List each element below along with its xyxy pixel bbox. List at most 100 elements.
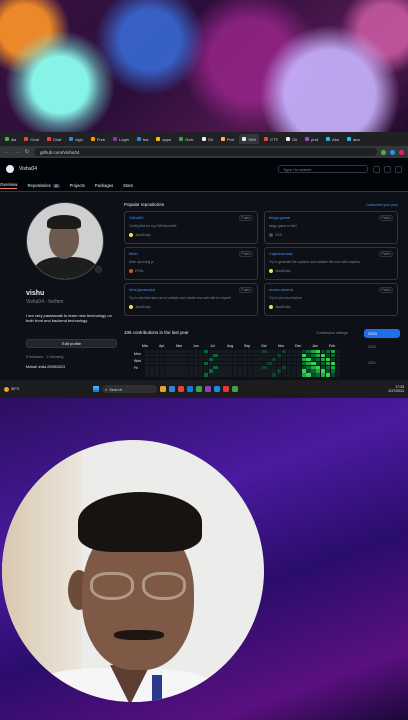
browser-tab[interactable]: tea — [134, 134, 152, 144]
contribution-cell[interactable] — [184, 365, 189, 369]
contribution-cell[interactable] — [154, 369, 160, 373]
contribution-cell[interactable] — [159, 357, 164, 362]
contribution-cell[interactable] — [316, 353, 321, 358]
contribution-cell[interactable] — [272, 350, 277, 354]
contribution-cell[interactable] — [228, 357, 233, 362]
contribution-cell[interactable] — [228, 353, 233, 358]
contribution-cell[interactable] — [169, 365, 174, 369]
contribution-cell[interactable] — [228, 373, 233, 377]
contribution-cell[interactable] — [267, 365, 272, 369]
contribution-cell[interactable] — [321, 365, 326, 369]
store-icon[interactable] — [187, 386, 193, 392]
contribution-cell[interactable] — [272, 369, 277, 373]
repo-name[interactable]: bingo-game — [269, 215, 393, 220]
contribution-cell[interactable] — [208, 365, 213, 369]
browser-tab[interactable]: dia — [2, 134, 19, 144]
inbox-icon[interactable] — [395, 165, 402, 173]
contribution-cell[interactable] — [189, 350, 194, 354]
contribution-cell[interactable] — [257, 357, 262, 362]
contribution-cell[interactable] — [174, 353, 179, 358]
customize-pins-link[interactable]: Customize your pins — [366, 203, 398, 207]
contribution-cell[interactable] — [203, 365, 208, 369]
contribution-cell[interactable] — [252, 353, 257, 358]
contribution-cell[interactable] — [164, 373, 169, 377]
contribution-cell[interactable] — [296, 353, 301, 358]
contribution-cell[interactable] — [316, 350, 321, 354]
contribution-cell[interactable] — [208, 350, 213, 354]
contribution-cell[interactable] — [296, 373, 301, 377]
repo-name[interactable]: Vishu04 — [129, 215, 253, 220]
contribution-cell[interactable] — [228, 369, 233, 373]
app-icon[interactable] — [205, 386, 211, 392]
contribution-cell[interactable] — [154, 373, 160, 377]
contribution-cell[interactable] — [306, 350, 311, 354]
contribution-cell[interactable] — [198, 350, 204, 354]
contribution-cell[interactable] — [306, 361, 311, 365]
contribution-cell[interactable] — [262, 365, 267, 369]
contribution-cell[interactable] — [237, 369, 243, 373]
contribution-cell[interactable] — [281, 357, 287, 362]
contribution-cell[interactable] — [306, 373, 311, 377]
contribution-cell[interactable] — [311, 357, 316, 362]
contribution-cell[interactable] — [267, 350, 272, 354]
contribution-cell[interactable] — [203, 373, 208, 377]
tab-repositories[interactable]: Repositories 10 — [27, 183, 60, 188]
contribution-cell[interactable] — [189, 365, 194, 369]
contribution-cell[interactable] — [272, 357, 277, 362]
contribution-cell[interactable] — [159, 365, 164, 369]
contribution-cell[interactable] — [233, 350, 238, 354]
contribution-cell[interactable] — [301, 353, 306, 358]
contribution-cell[interactable] — [301, 357, 306, 362]
contribution-cell[interactable] — [193, 365, 199, 369]
contribution-cell[interactable] — [252, 369, 257, 373]
contribution-cell[interactable] — [311, 353, 316, 358]
contribution-cell[interactable] — [306, 365, 311, 369]
contribution-cell[interactable] — [203, 369, 208, 373]
contribution-cell[interactable] — [159, 350, 164, 354]
contribution-cell[interactable] — [267, 373, 272, 377]
contribution-cell[interactable] — [184, 353, 189, 358]
contribution-cell[interactable] — [149, 373, 155, 377]
contribution-cell[interactable] — [252, 357, 257, 362]
repo-card[interactable]: Vishu04 Public Config files for my GitHub … — [124, 211, 258, 244]
repo-name[interactable]: movie-search — [269, 287, 393, 292]
contribution-cell[interactable] — [321, 361, 326, 365]
contribution-cell[interactable] — [203, 361, 208, 365]
repo-card[interactable]: fetch Public fetch api using js HTML — [124, 247, 258, 280]
avatar[interactable] — [26, 202, 104, 280]
contribution-cell[interactable] — [228, 365, 233, 369]
contribution-cell[interactable] — [213, 361, 218, 365]
contribution-cell[interactable] — [213, 357, 218, 362]
contribution-cell[interactable] — [291, 373, 297, 377]
browser-tab[interactable]: high — [66, 134, 86, 144]
contribution-cell[interactable] — [262, 357, 267, 362]
followers-link[interactable]: 8 followers · 1 following — [26, 355, 63, 359]
weather-widget[interactable]: 30°C — [4, 386, 34, 392]
contribution-cell[interactable] — [330, 361, 336, 365]
contribution-cell[interactable] — [184, 373, 189, 377]
contribution-cell[interactable] — [316, 373, 321, 377]
contribution-cell[interactable] — [286, 365, 292, 369]
app-icon[interactable] — [232, 386, 238, 392]
contribution-cell[interactable] — [286, 369, 292, 373]
contribution-cell[interactable] — [325, 361, 331, 365]
browser-tab[interactable]: Chat — [21, 134, 41, 144]
contribution-cell[interactable] — [306, 369, 311, 373]
contribution-cell[interactable] — [179, 365, 184, 369]
contribution-cell[interactable] — [218, 365, 223, 369]
contribution-cell[interactable] — [193, 357, 199, 362]
contribution-cell[interactable] — [154, 361, 160, 365]
contribution-cell[interactable] — [208, 373, 213, 377]
contribution-cell[interactable] — [257, 353, 262, 358]
contribution-cell[interactable] — [154, 350, 160, 354]
contribution-cell[interactable] — [159, 353, 164, 358]
contribution-cell[interactable] — [145, 369, 150, 373]
contribution-cell[interactable] — [198, 357, 204, 362]
contribution-cell[interactable] — [237, 357, 243, 362]
tab-overview[interactable]: Overview — [0, 182, 18, 189]
contribution-cell[interactable] — [145, 357, 150, 362]
contribution-cell[interactable] — [164, 357, 169, 362]
contribution-cell[interactable] — [286, 373, 292, 377]
contribution-cell[interactable] — [233, 353, 238, 358]
contribution-cell[interactable] — [193, 350, 199, 354]
